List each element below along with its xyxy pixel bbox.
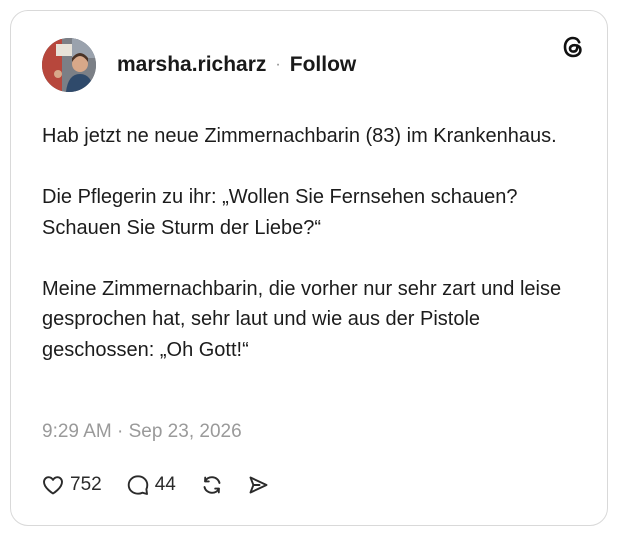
- post-paragraph: Meine Zimmernachbarin, die vorher nur se…: [42, 277, 562, 361]
- follow-button[interactable]: Follow: [290, 53, 357, 77]
- action-bar: 752 44: [41, 471, 270, 499]
- post-header: marsha.richarz · Follow: [42, 37, 356, 93]
- repost-icon: [203, 476, 221, 494]
- post-paragraph: Die Pflegerin zu ihr: „Wollen Sie Fernse…: [42, 186, 518, 239]
- threads-logo-icon[interactable]: [559, 33, 587, 61]
- post-content: Hab jetzt ne neue Zimmernachbarin (83) i…: [42, 121, 582, 365]
- post-paragraph: Hab jetzt ne neue Zimmernachbarin (83) i…: [42, 125, 557, 147]
- post-card: marsha.richarz · Follow Hab jetzt ne neu…: [10, 10, 608, 526]
- send-icon: [249, 476, 268, 494]
- avatar-photo-icon: [42, 38, 96, 92]
- share-button[interactable]: [246, 473, 270, 497]
- repost-button[interactable]: [200, 473, 224, 497]
- like-count: 752: [70, 474, 102, 495]
- reply-count: 44: [154, 474, 176, 495]
- heart-icon: [43, 476, 63, 495]
- like-button[interactable]: 752: [41, 473, 102, 497]
- avatar[interactable]: [42, 38, 96, 92]
- speech-bubble-icon: [127, 475, 148, 495]
- post-timestamp[interactable]: 9:29 AM · Sep 23, 2026: [42, 421, 242, 443]
- reply-button[interactable]: 44: [126, 473, 176, 497]
- author-username[interactable]: marsha.richarz: [117, 53, 266, 77]
- separator-dot: ·: [275, 56, 281, 73]
